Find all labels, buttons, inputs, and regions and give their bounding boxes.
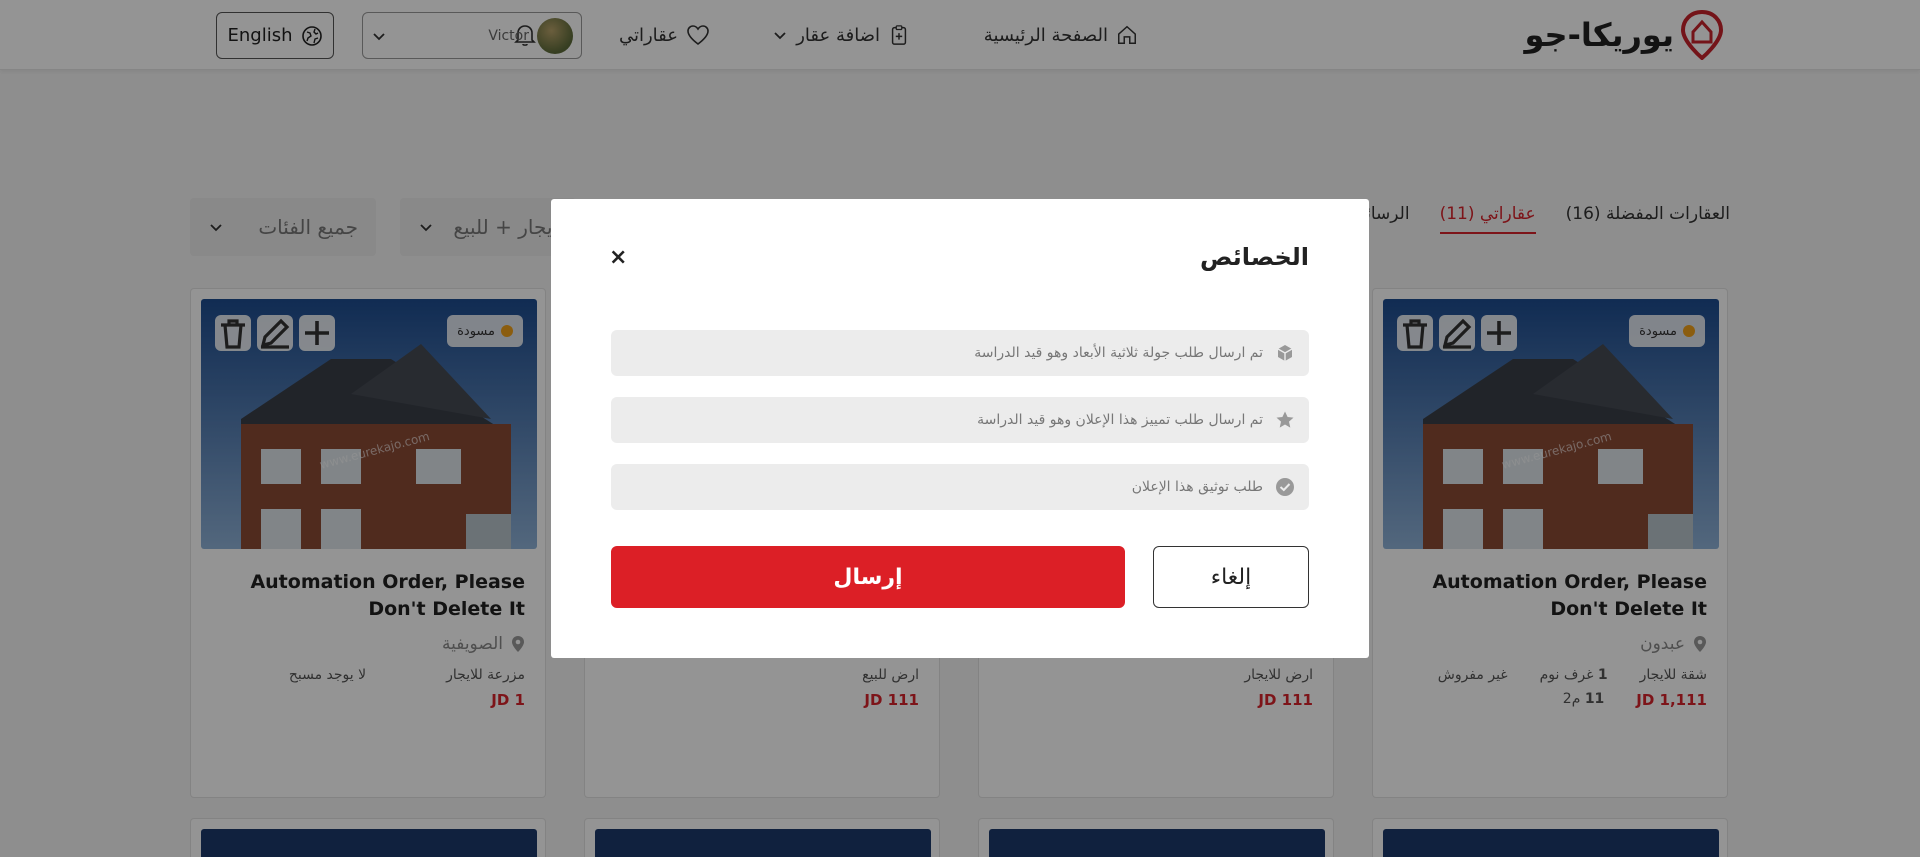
option-3d-tour-label: تم ارسال طلب جولة ثلاثية الأبعاد وهو قيد…	[974, 345, 1263, 361]
cube-icon	[1277, 345, 1293, 361]
option-feature-listing[interactable]: تم ارسال طلب تمييز هذا الإعلان وهو قيد ا…	[611, 397, 1309, 443]
modal-title: الخصائص	[1200, 243, 1309, 271]
star-icon	[1276, 411, 1294, 428]
option-3d-tour[interactable]: تم ارسال طلب جولة ثلاثية الأبعاد وهو قيد…	[611, 330, 1309, 376]
submit-button[interactable]: إرسال	[611, 546, 1125, 608]
option-verify-listing[interactable]: طلب توثيق هذا الإعلان	[611, 464, 1309, 510]
option-verify-listing-label: طلب توثيق هذا الإعلان	[1131, 479, 1263, 495]
close-icon[interactable]: ×	[609, 245, 627, 270]
cancel-button[interactable]: إلغاء	[1153, 546, 1309, 608]
check-circle-icon	[1276, 478, 1294, 496]
features-modal: الخصائص × تم ارسال طلب جولة ثلاثية الأبع…	[551, 199, 1369, 658]
option-feature-listing-label: تم ارسال طلب تمييز هذا الإعلان وهو قيد ا…	[977, 412, 1263, 428]
